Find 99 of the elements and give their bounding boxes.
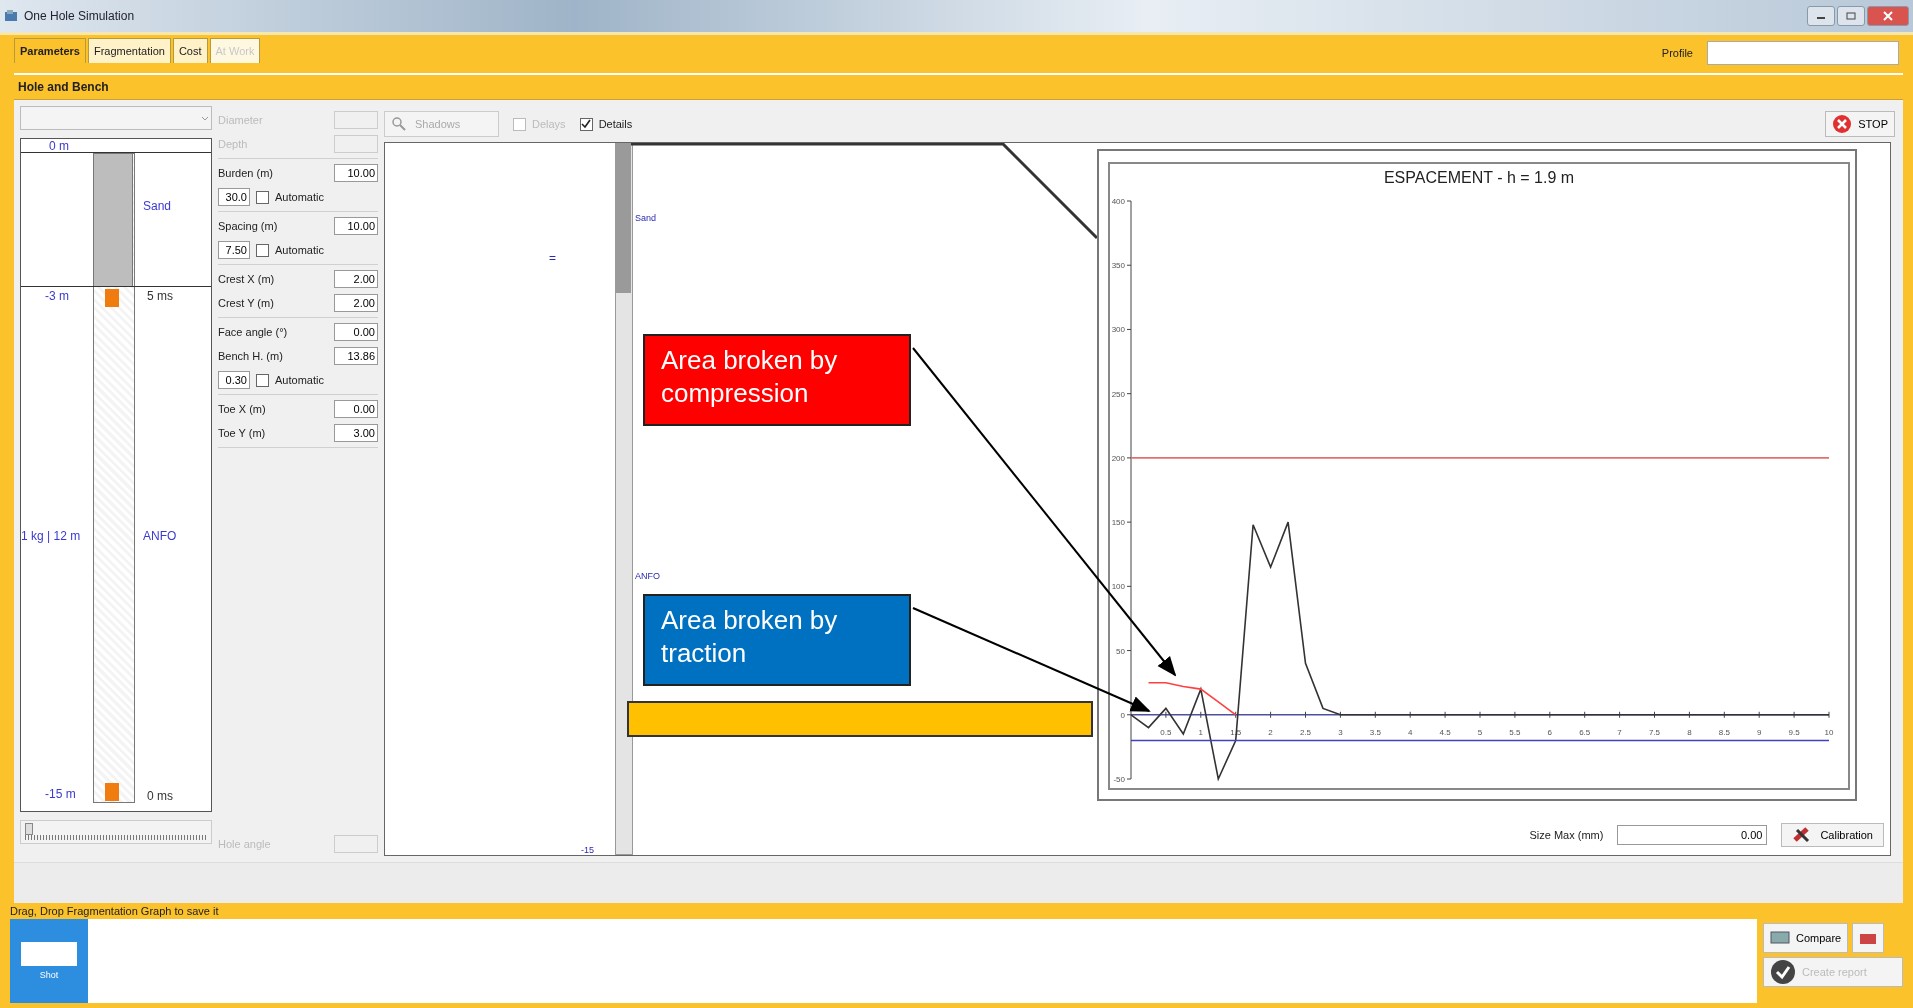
explosive-label: ANFO [635, 571, 660, 581]
minimize-button[interactable] [1807, 6, 1835, 26]
calibration-button[interactable]: Calibration [1781, 823, 1884, 847]
checkbox-label: Details [598, 118, 633, 130]
axis-tick-label: 150 [1111, 518, 1125, 528]
axis-tick-label: 3.5 [1369, 727, 1381, 737]
axis-tick-label: 2.5 [1299, 727, 1312, 737]
close-button[interactable] [1867, 6, 1909, 26]
axis-tick-label: 6.5 [1579, 727, 1591, 737]
axis-tick-label: 2 [1268, 727, 1273, 737]
depth-label: -15 m [45, 787, 76, 801]
axis-tick-label: 200 [1111, 453, 1125, 463]
axis-tick-label: 9 [1756, 727, 1762, 737]
chart-title: ESPACEMENT - h = 1.9 m [1383, 169, 1575, 186]
close-icon [1883, 11, 1893, 21]
axis-tick-label: 4.5 [1439, 727, 1451, 737]
checkbox-label: Automatic [275, 374, 324, 386]
compare-button[interactable]: Compare [1763, 923, 1849, 953]
depth-label: -15 [581, 845, 594, 855]
axis-tick-label: 100 [1111, 582, 1125, 592]
dropdown[interactable] [20, 106, 212, 130]
axis-tick-label: 50 [1116, 646, 1125, 656]
axis-tick-label: 350 [1111, 261, 1125, 271]
axis-tick-label: 4 [1407, 727, 1413, 737]
input-field[interactable]: 2.00 [334, 270, 378, 288]
status-text: Drag, Drop Fragmentation Graph to save it [10, 905, 219, 917]
checkbox-label: Automatic [275, 244, 324, 256]
depth-label: 0 m [49, 139, 69, 153]
input-field[interactable]: 2.00 [334, 294, 378, 312]
input-field[interactable]: 30.0 [218, 188, 250, 206]
axis-tick-label: 7.5 [1648, 727, 1661, 737]
explosive-label: ANFO [143, 529, 177, 543]
checkbox[interactable] [256, 190, 269, 204]
input-field[interactable]: 0.00 [334, 323, 378, 341]
delay-label: 5 ms [147, 289, 173, 303]
primer-marker [105, 783, 119, 801]
section-header: Hole and Bench [14, 73, 1903, 100]
input-field[interactable]: 0.00 [334, 400, 378, 418]
magnifier-icon [391, 116, 407, 132]
checkbox[interactable] [256, 243, 269, 257]
depth-label: -3 m [45, 289, 69, 303]
input-field[interactable]: 0.30 [218, 371, 250, 389]
delay-label: 0 ms [147, 789, 173, 803]
axis-tick-label: 5 [1477, 727, 1483, 737]
callout-box: Area broken by compression [643, 334, 911, 426]
tab[interactable]: Fragmentation [87, 38, 171, 63]
input-field[interactable]: 13.86 [334, 347, 378, 365]
input-field[interactable]: 10.00 [334, 164, 378, 182]
tab[interactable]: Cost [172, 38, 208, 63]
field-label: Crest Y (m) [218, 297, 274, 309]
axis-tick-label: -50 [1113, 775, 1125, 784]
charge-label: 1 kg | 12 m [21, 529, 81, 543]
axis-tick-label: 0 [1120, 710, 1125, 720]
axis-tick-label: 250 [1111, 389, 1125, 399]
stemming-label: Sand [143, 199, 172, 213]
close-icon [1832, 114, 1853, 134]
checkbox[interactable] [579, 117, 593, 131]
field-label: Face angle (°) [218, 326, 288, 338]
maximize-icon [1846, 12, 1856, 20]
axis-tick-label: 300 [1111, 325, 1125, 335]
profile-label: Profile [1661, 47, 1693, 59]
window-title: One Hole Simulation [24, 9, 135, 23]
toolbar-button[interactable] [1852, 923, 1885, 953]
axis-tick-label: 7 [1617, 727, 1622, 737]
axis-tick-label: 8 [1687, 727, 1692, 737]
axis-tick-label: 1 [1198, 727, 1204, 737]
stemming-label: Sand [635, 213, 657, 223]
axis-tick-label: 10 [1824, 727, 1834, 737]
axis-tick-label: 0.5 [1160, 727, 1172, 737]
tab[interactable]: Parameters [14, 38, 86, 63]
slider-thumb[interactable] [24, 823, 33, 835]
field-label: Bench H. (m) [218, 350, 283, 362]
axis-tick-label: 5.5 [1509, 727, 1521, 737]
input-field[interactable]: 0.00 [1617, 825, 1768, 845]
input-field[interactable]: 7.50 [218, 241, 250, 259]
depth-slider[interactable] [20, 820, 212, 844]
field-label: Burden (m) [218, 167, 274, 179]
axis-tick-label: 8.5 [1718, 727, 1730, 737]
field-label: Spacing (m) [218, 220, 278, 232]
stop-button[interactable]: STOP [1825, 111, 1895, 137]
checkbox[interactable] [256, 373, 269, 387]
input-field[interactable]: 3.00 [334, 424, 378, 442]
field-label: Crest X (m) [218, 273, 275, 285]
field-label: Size Max (mm) [1529, 829, 1604, 841]
checkbox-label: Automatic [275, 191, 324, 203]
axis-tick-label: 400 [1111, 197, 1125, 206]
axis-tick-label: 9.5 [1788, 727, 1800, 737]
field-label: Toe X (m) [218, 403, 266, 415]
monitor-icon [1770, 930, 1790, 946]
callout-box: Area broken by traction [643, 594, 911, 686]
axis-tick-label: 6 [1547, 727, 1553, 737]
axis-tick-label: 3 [1338, 727, 1343, 737]
app-icon [4, 9, 18, 23]
checkmark-icon [1770, 959, 1796, 985]
field-label: Toe Y (m) [218, 427, 266, 439]
marker-label: = [549, 251, 556, 265]
profile-field[interactable] [1707, 41, 1899, 65]
input-field[interactable]: 10.00 [334, 217, 378, 235]
primer-marker [105, 289, 119, 307]
